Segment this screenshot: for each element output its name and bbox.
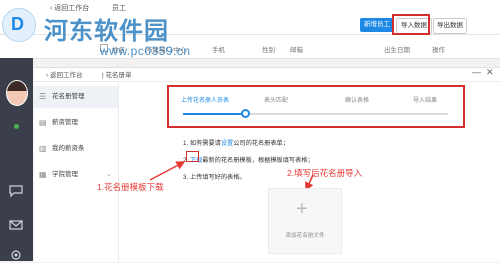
- menu-item-salary[interactable]: ▤ 薪资管理: [34, 112, 118, 134]
- watermark-logo-icon: D: [2, 8, 36, 42]
- instruction-text: 1. 如有需要请: [183, 140, 221, 147]
- dialog-back-label: 返回工作台: [49, 72, 83, 79]
- step-result: 导入结果: [413, 98, 438, 104]
- dialog-menu: ☰ 花名册管理 ▤ 薪资管理 ▥ 我的薪资条 ▦ 学院管理 ⌄: [34, 82, 119, 262]
- online-status-icon: [14, 124, 19, 129]
- column-header: 出生日期: [384, 47, 410, 54]
- settings-link[interactable]: 设置: [221, 140, 233, 147]
- column-header: 操作: [432, 47, 445, 54]
- menu-item-label: 花名册管理: [52, 93, 85, 100]
- import-steps: 上传花名册人员表 表头匹配 确认表格 导入结果: [167, 85, 465, 128]
- annotation-upload: 2.填写后花名册导入: [287, 168, 363, 178]
- column-header: 手机: [212, 47, 225, 54]
- new-employee-button[interactable]: 新增员工: [360, 18, 394, 32]
- menu-item-label: 我的薪资条: [52, 145, 85, 152]
- menu-item-payslip[interactable]: ▥ 我的薪资条: [34, 138, 118, 160]
- watermark-title: 河东软件园: [44, 18, 169, 45]
- salary-icon: ▤: [39, 118, 47, 127]
- menu-item-roster[interactable]: ☰ 花名册管理: [34, 86, 118, 108]
- menu-item-label: 薪资管理: [52, 119, 78, 126]
- annotation-download: 1.花名册模板下载: [97, 182, 164, 192]
- dialog-titlebar: ‹ 返回工作台 | 花名册单 — ✕: [34, 67, 500, 80]
- step-upload: 上传花名册人员表: [181, 98, 230, 104]
- step-header-match: 表头匹配: [264, 98, 289, 104]
- mail-icon[interactable]: [9, 219, 23, 231]
- export-data-button[interactable]: 导出数据: [433, 18, 467, 34]
- watermark-url: www.pc0359.cn: [100, 44, 191, 58]
- import-highlight-box: [392, 14, 430, 35]
- dialog-tab-label: 花名册单: [105, 72, 132, 79]
- settings-icon[interactable]: [9, 249, 23, 261]
- column-header: 性别: [262, 47, 275, 54]
- column-header: 邮箱: [290, 47, 303, 54]
- upload-label: 添加花名册文件: [285, 233, 325, 239]
- step-confirm: 确认表格: [345, 98, 370, 104]
- roster-icon: ☰: [39, 92, 47, 101]
- dialog-tab[interactable]: | 花名册单: [102, 69, 132, 79]
- payslip-icon: ▥: [39, 144, 47, 153]
- close-icon[interactable]: ✕: [486, 67, 494, 78]
- instruction-text: 公司的花名册表单；: [233, 140, 289, 147]
- avatar[interactable]: [6, 80, 28, 106]
- instruction-line-3: 3. 上传填写好的表格。: [183, 174, 246, 181]
- upload-file-area[interactable]: + 添加花名册文件: [268, 188, 342, 254]
- record-icon: ▦: [39, 170, 47, 179]
- instruction-text: 最新的花名册模板，根据模板填写表格；: [202, 157, 314, 164]
- chat-icon[interactable]: [9, 185, 23, 198]
- progress-marker: [241, 109, 250, 118]
- roster-import-dialog: ‹ 返回工作台 | 花名册单 — ✕ ☰ 花名册管理 ▤ 薪资管理 ▥ 我的薪资…: [34, 67, 500, 262]
- progress-fill: [183, 113, 245, 115]
- dialog-back-link[interactable]: ‹ 返回工作台: [46, 69, 82, 79]
- download-highlight-box: [186, 151, 199, 162]
- minimize-icon[interactable]: —: [472, 67, 481, 77]
- instruction-line-1: 1. 如有需要请设置公司的花名册表单；: [183, 138, 289, 147]
- menu-item-label: 学院管理: [52, 171, 78, 178]
- instruction-line-2: 2. 下载最新的花名册模板，根据模板填写表格；: [183, 155, 314, 164]
- plus-icon: +: [296, 198, 308, 220]
